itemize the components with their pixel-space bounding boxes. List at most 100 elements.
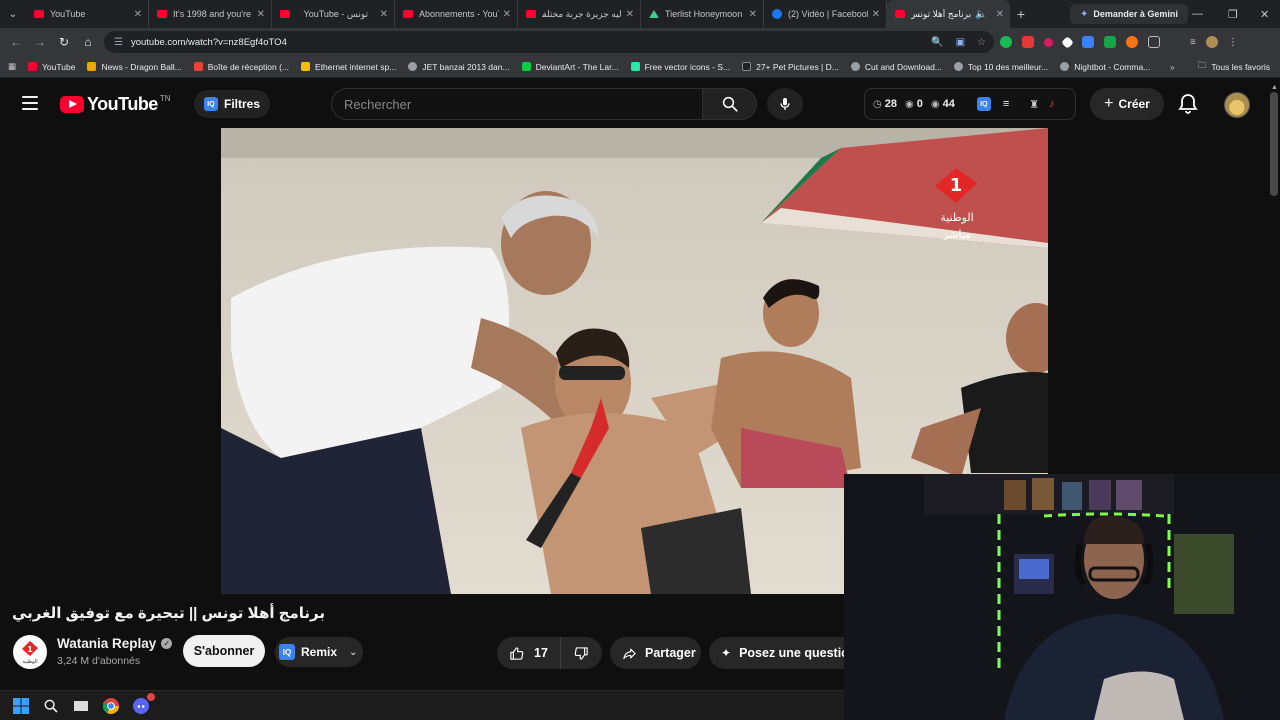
youtube-logo[interactable]: YouTube TN: [60, 94, 171, 115]
extension-icon[interactable]: [1082, 36, 1094, 48]
extension-icon[interactable]: [1104, 36, 1116, 48]
tab-close-icon[interactable]: ✕: [872, 9, 880, 20]
zoom-icon[interactable]: 🔍: [931, 37, 943, 48]
browser-tab-active[interactable]: برنامج أهلا تونس || 🔈 ✕: [887, 0, 1010, 28]
tab-close-icon[interactable]: ✕: [257, 9, 265, 20]
browser-tab-7[interactable]: (2) Vidéo | Facebook ✕: [764, 0, 887, 28]
address-bar[interactable]: ☰ youtube.com/watch?v=nz8Egf4oTO4 🔍 ▣ ☆: [104, 31, 994, 53]
filtres-label: Filtres: [224, 97, 261, 111]
search-input[interactable]: Rechercher: [331, 88, 703, 120]
channel-avatar[interactable]: 1 الوطنية: [13, 635, 47, 669]
bookmarks-overflow-icon[interactable]: »: [1170, 62, 1175, 72]
extension-stats-widget[interactable]: ◷ 28 ◉ 0 ◉ 44 IQ ≡ ♜ ♪: [864, 88, 1076, 120]
trophy-icon[interactable]: ♜: [1029, 98, 1039, 111]
discord-taskbar-icon[interactable]: [132, 692, 155, 715]
list-icon[interactable]: ≡: [1003, 98, 1009, 110]
windows-start-icon[interactable]: [12, 697, 30, 715]
tab-close-icon[interactable]: ✕: [749, 9, 757, 20]
iq-extension-icon[interactable]: IQ: [976, 97, 991, 111]
bookmark-item[interactable]: YouTube: [28, 62, 75, 72]
notifications-bell-icon[interactable]: [1176, 92, 1200, 116]
browser-menu-icon[interactable]: ⋮: [1228, 37, 1238, 48]
extension-icon[interactable]: [1126, 36, 1138, 48]
bookmark-item[interactable]: Free vector icons - S...: [630, 62, 730, 72]
extension-icon[interactable]: [1044, 37, 1053, 47]
hamburger-menu-icon[interactable]: [22, 96, 38, 110]
ask-question-button[interactable]: ✦ Posez une question: [709, 637, 849, 669]
remix-button[interactable]: IQ Remix ⌄: [275, 637, 363, 667]
bookmark-label: YouTube: [42, 61, 76, 72]
tab-close-icon[interactable]: ✕: [503, 9, 511, 20]
dislike-button[interactable]: [561, 646, 601, 661]
forward-arrow-icon[interactable]: →: [28, 30, 52, 54]
minimize-icon[interactable]: —: [1192, 0, 1203, 28]
page-scrollbar[interactable]: [1270, 92, 1278, 196]
new-tab-plus-icon[interactable]: +: [1010, 6, 1032, 22]
like-button[interactable]: 17: [497, 637, 561, 669]
extension-icon[interactable]: [1022, 36, 1034, 48]
create-button[interactable]: + Créer: [1090, 88, 1164, 120]
bookmarks-bar: ▦ YouTube News - Dragon Ball... Boîte de…: [0, 56, 1280, 78]
tab-close-icon[interactable]: ✕: [134, 9, 142, 20]
bookmark-star-icon[interactable]: ☆: [977, 37, 986, 48]
tab-close-icon[interactable]: ✕: [626, 9, 634, 20]
window-close-icon[interactable]: ✕: [1260, 0, 1269, 28]
subscribe-button[interactable]: S'abonner: [183, 635, 265, 667]
ask-gemini-button[interactable]: ✦ Demander à Gemini: [1070, 4, 1188, 24]
bookmark-item[interactable]: DeviantArt - The Lar...: [521, 62, 619, 72]
cast-icon[interactable]: ▣: [956, 37, 965, 48]
tab-search-chevron-icon[interactable]: ⌄: [0, 0, 26, 28]
bookmark-item[interactable]: Cut and Download...: [850, 62, 942, 72]
tab-mute-icon[interactable]: 🔈: [975, 9, 987, 20]
bookmark-item[interactable]: Top 10 des meilleur...: [953, 62, 1048, 72]
all-bookmarks-button[interactable]: 🗀 Tous les favoris: [1198, 56, 1270, 78]
alert-bell-icon[interactable]: ♪: [1049, 98, 1055, 110]
reading-list-icon[interactable]: ≡: [1190, 37, 1196, 48]
bookmark-item[interactable]: News - Dragon Ball...: [87, 62, 182, 72]
tab-close-icon[interactable]: ✕: [380, 9, 388, 20]
bookmark-favicon-icon: [742, 62, 752, 71]
browser-tab-5[interactable]: ليه جزيرة جربة مختلفة ✕: [518, 0, 641, 28]
tab-title: ليه جزيرة جربة مختلفة: [542, 8, 622, 19]
browser-tab-6[interactable]: Tierlist Honeymoon d ✕: [641, 0, 764, 28]
scroll-up-arrow-icon[interactable]: ▲: [1271, 84, 1278, 91]
browser-tab-2[interactable]: It's 1998 and you're o ✕: [149, 0, 272, 28]
youtube-play-logo-icon: [60, 96, 84, 113]
chrome-taskbar-icon[interactable]: [102, 697, 120, 715]
bookmark-item[interactable]: Nightbot - Comma...: [1060, 62, 1150, 72]
extensions-area: ≡ ⋮: [1000, 28, 1238, 56]
extension-icon[interactable]: [1061, 35, 1074, 49]
tab-close-icon[interactable]: ✕: [996, 9, 1004, 20]
chevron-down-icon[interactable]: ⌄: [349, 647, 357, 658]
filtres-button[interactable]: IQ Filtres: [194, 90, 271, 118]
bookmark-label: 27+ Pet Pictures | D...: [756, 61, 839, 72]
bookmark-item[interactable]: JET banzai 2013 dan...: [408, 62, 510, 72]
youtube-header: YouTube TN IQ Filtres Rechercher ◷ 28 ◉ 0 …: [0, 80, 1280, 128]
account-avatar[interactable]: [1224, 92, 1250, 118]
url-text: youtube.com/watch?v=nz8Egf4oTO4: [130, 36, 287, 48]
bookmark-item[interactable]: 27+ Pet Pictures | D...: [742, 62, 839, 72]
task-view-icon[interactable]: [72, 697, 90, 715]
channel-name[interactable]: Watania Replay ✓: [57, 636, 173, 651]
restore-icon[interactable]: ❐: [1228, 0, 1238, 28]
voice-search-button[interactable]: [767, 88, 803, 120]
site-info-icon[interactable]: ☰: [114, 37, 123, 48]
browser-tab-4[interactable]: Abonnements - YouT ✕: [395, 0, 518, 28]
taskbar-search-icon[interactable]: [42, 697, 60, 715]
back-arrow-icon[interactable]: ←: [4, 30, 28, 54]
bookmark-item[interactable]: Ethernet internet sp...: [301, 62, 396, 72]
extension-icon[interactable]: [1000, 36, 1012, 48]
apps-grid-icon[interactable]: ▦: [8, 61, 16, 72]
reload-icon[interactable]: ↻: [52, 30, 76, 54]
video-title: برنامج أهلا تونس || تبحيرة مع توفيق الغر…: [12, 604, 832, 626]
bookmark-item[interactable]: Boîte de réception (...: [193, 62, 289, 72]
extensions-puzzle-icon[interactable]: [1148, 36, 1160, 48]
share-button[interactable]: Partager: [610, 637, 701, 669]
home-icon[interactable]: ⌂: [76, 30, 100, 54]
bookmark-favicon-icon: [87, 62, 97, 71]
search-button[interactable]: [703, 88, 757, 120]
profile-avatar-icon[interactable]: [1205, 36, 1218, 48]
browser-tab-1[interactable]: YouTube ✕: [26, 0, 149, 28]
ask-label: Posez une question: [739, 646, 849, 660]
browser-tab-3[interactable]: YouTube - تونس ✕: [272, 0, 395, 28]
